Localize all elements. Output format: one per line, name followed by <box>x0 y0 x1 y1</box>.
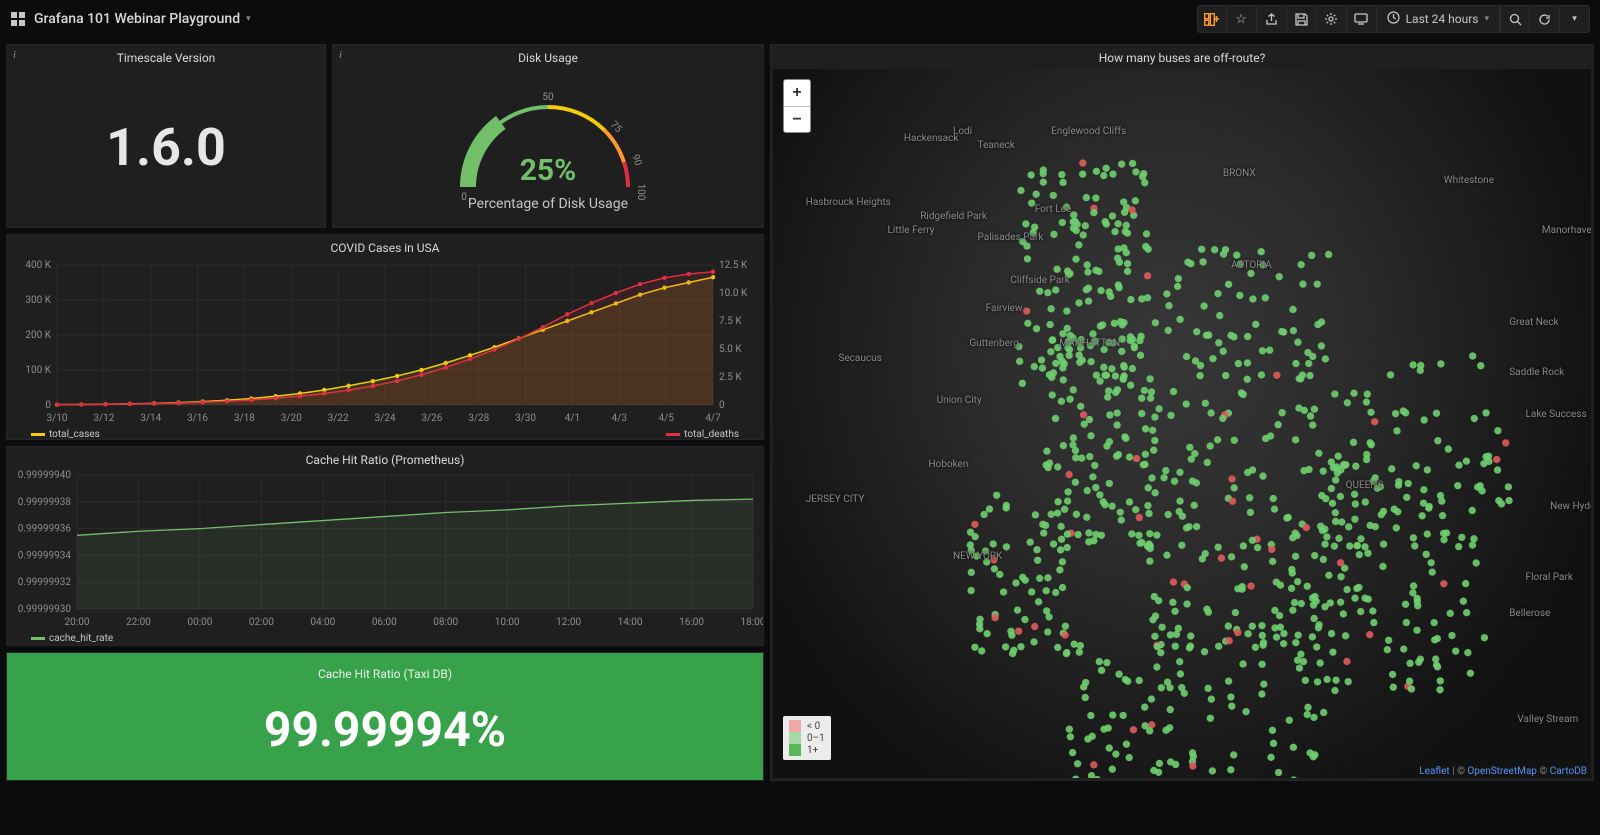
chart-legend: total_cases total_deaths <box>7 425 763 446</box>
svg-text:12.5 K: 12.5 K <box>719 260 748 271</box>
svg-text:100: 100 <box>635 184 646 201</box>
line-chart: 0 100 K 200 K 300 K 400 K 0 2.5 K 5.0 K 7.5 K 10.… <box>7 257 763 425</box>
panel-cache-prometheus[interactable]: Cache Hit Ratio (Prometheus) 0.999999300… <box>6 446 764 646</box>
panel-title: Cache Hit Ratio (Taxi DB) <box>7 661 763 683</box>
refresh-button[interactable] <box>1530 5 1560 33</box>
svg-text:300 K: 300 K <box>25 295 51 306</box>
map-dots <box>773 69 1591 778</box>
dashboard-icon <box>10 11 26 27</box>
panel-title: How many buses are off-route? <box>771 45 1593 67</box>
star-button[interactable]: ☆ <box>1227 5 1257 33</box>
svg-text:3/28: 3/28 <box>468 413 489 424</box>
svg-text:4/7: 4/7 <box>705 413 721 424</box>
chevron-down-icon: ▾ <box>1484 14 1489 24</box>
stat-value: 1.6.0 <box>106 117 226 178</box>
svg-text:0: 0 <box>45 400 51 411</box>
svg-text:90: 90 <box>629 153 643 167</box>
top-toolbar: Grafana 101 Webinar Playground ▾ ☆ Last … <box>0 0 1600 38</box>
panel-title: Timescale Version <box>7 45 325 67</box>
svg-text:25%: 25% <box>520 153 577 188</box>
svg-text:02:00: 02:00 <box>249 617 274 628</box>
zoom-out-button[interactable] <box>1500 5 1530 33</box>
refresh-interval-button[interactable]: ▾ <box>1560 5 1590 33</box>
svg-text:0: 0 <box>719 400 725 411</box>
svg-text:200 K: 200 K <box>25 330 51 341</box>
panel-title: Disk Usage <box>333 45 763 67</box>
info-icon[interactable]: i <box>13 49 16 61</box>
svg-text:3/18: 3/18 <box>234 413 255 424</box>
time-range-picker[interactable]: Last 24 hours ▾ <box>1377 5 1500 33</box>
time-range-label: Last 24 hours <box>1406 12 1479 26</box>
map-attribution: Leaflet | © OpenStreetMap © CartoDB <box>1415 765 1591 778</box>
gauge-chart: 0 50 75 90 100 25% <box>438 82 658 202</box>
svg-text:3/24: 3/24 <box>375 413 396 424</box>
svg-text:4/1: 4/1 <box>565 413 580 424</box>
svg-text:3/30: 3/30 <box>515 413 536 424</box>
svg-text:2.5 K: 2.5 K <box>719 372 742 383</box>
svg-text:0.99999932: 0.99999932 <box>18 577 72 588</box>
svg-text:14:00: 14:00 <box>618 617 643 628</box>
svg-text:400 K: 400 K <box>25 260 51 271</box>
map-legend: < 0 0–1 1+ <box>783 716 831 760</box>
svg-text:10:00: 10:00 <box>495 617 520 628</box>
svg-text:0.99999936: 0.99999936 <box>18 524 72 535</box>
svg-text:22:00: 22:00 <box>126 617 151 628</box>
svg-text:0.99999940: 0.99999940 <box>18 470 72 481</box>
tv-mode-button[interactable] <box>1347 5 1377 33</box>
info-icon[interactable]: i <box>339 49 342 61</box>
svg-text:18:00: 18:00 <box>741 617 763 628</box>
svg-text:0.99999934: 0.99999934 <box>18 550 72 561</box>
svg-text:08:00: 08:00 <box>433 617 458 628</box>
share-button[interactable] <box>1257 5 1287 33</box>
save-button[interactable] <box>1287 5 1317 33</box>
svg-text:0: 0 <box>461 192 467 202</box>
svg-text:7.5 K: 7.5 K <box>719 316 742 327</box>
svg-text:10.0 K: 10.0 K <box>719 288 748 299</box>
panel-cache-taxi[interactable]: Cache Hit Ratio (Taxi DB) 99.99994% <box>6 652 764 781</box>
svg-text:0.99999938: 0.99999938 <box>18 497 72 508</box>
panel-title: COVID Cases in USA <box>7 235 763 257</box>
svg-text:3/10: 3/10 <box>47 413 68 424</box>
dashboard-title: Grafana 101 Webinar Playground <box>34 11 240 27</box>
svg-text:12:00: 12:00 <box>556 617 581 628</box>
panel-bus-map[interactable]: How many buses are off-route? + − LodiHa… <box>770 44 1594 781</box>
svg-text:4/3: 4/3 <box>612 413 627 424</box>
svg-text:3/16: 3/16 <box>187 413 208 424</box>
map-canvas[interactable]: + − LodiHackensackTeaneckEnglewood Cliff… <box>773 69 1591 778</box>
svg-text:3/12: 3/12 <box>93 413 114 424</box>
svg-text:4/5: 4/5 <box>658 413 674 424</box>
svg-text:20:00: 20:00 <box>65 617 90 628</box>
svg-text:3/20: 3/20 <box>281 413 302 424</box>
svg-text:3/22: 3/22 <box>328 413 349 424</box>
svg-text:00:00: 00:00 <box>187 617 212 628</box>
stat-value: 99.99994% <box>7 683 763 758</box>
svg-text:06:00: 06:00 <box>372 617 397 628</box>
svg-text:3/14: 3/14 <box>140 413 161 424</box>
add-panel-button[interactable] <box>1197 5 1227 33</box>
svg-text:3/26: 3/26 <box>421 413 442 424</box>
svg-text:04:00: 04:00 <box>310 617 335 628</box>
settings-button[interactable] <box>1317 5 1347 33</box>
gauge-subtitle: Percentage of Disk Usage <box>468 196 628 212</box>
dashboard-grid: i Timescale Version 1.6.0 i Disk Usage <box>0 38 1600 787</box>
svg-text:16:00: 16:00 <box>679 617 704 628</box>
svg-text:100 K: 100 K <box>25 365 51 376</box>
dashboard-title-dropdown[interactable]: Grafana 101 Webinar Playground ▾ <box>34 11 251 27</box>
line-chart: 0.99999930 0.99999932 0.99999934 0.99999936… <box>7 469 763 629</box>
svg-text:5.0 K: 5.0 K <box>719 344 742 355</box>
chart-legend: cache_hit_rate <box>7 629 763 650</box>
svg-text:75: 75 <box>608 119 624 135</box>
panel-title: Cache Hit Ratio (Prometheus) <box>7 447 763 469</box>
chevron-down-icon: ▾ <box>246 14 251 24</box>
svg-text:50: 50 <box>542 92 554 103</box>
panel-disk-usage[interactable]: i Disk Usage 0 50 75 <box>332 44 764 228</box>
panel-covid-cases[interactable]: COVID Cases in USA 0 100 K 200 K 300 K 400 K… <box>6 234 764 440</box>
svg-text:0.99999930: 0.99999930 <box>18 604 72 615</box>
clock-icon <box>1387 11 1400 27</box>
panel-timescale-version[interactable]: i Timescale Version 1.6.0 <box>6 44 326 228</box>
